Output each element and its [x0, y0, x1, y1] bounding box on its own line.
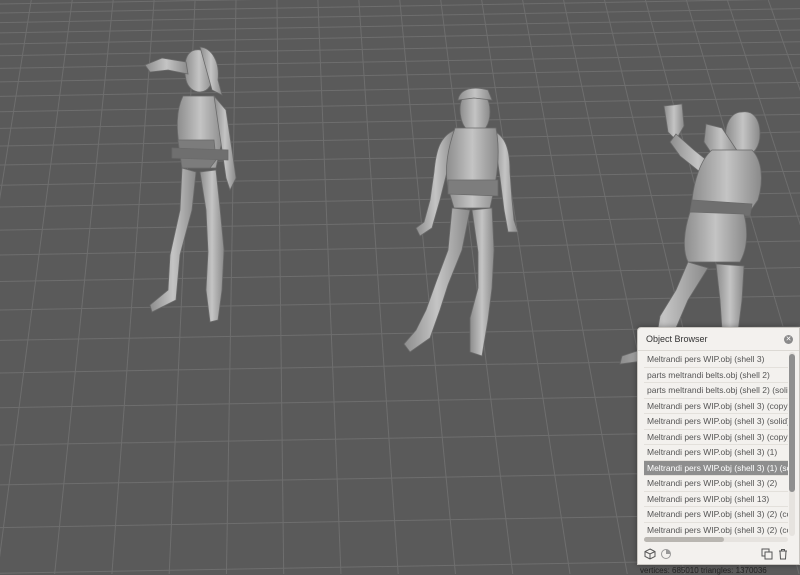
grid-line: [0, 0, 221, 574]
object-list-item[interactable]: Meltrandi pers WIP.obj (shell 3) (copy) …: [644, 430, 788, 445]
grid-line: [0, 41, 800, 57]
grid-line: [276, 0, 285, 574]
object-list-item[interactable]: Meltrandi pers WIP.obj (shell 13): [644, 492, 788, 507]
vertical-scrollbar-thumb[interactable]: [789, 354, 795, 492]
object-list-item[interactable]: Meltrandi pers WIP.obj (shell 3) (1): [644, 445, 788, 461]
duplicate-icon[interactable]: [761, 548, 773, 560]
figure-model-left[interactable]: [144, 46, 237, 323]
object-list-item[interactable]: parts meltrandi belts.obj (shell 2) (sol…: [644, 383, 788, 399]
object-list-item[interactable]: Meltrandi pers WIP.obj (shell 3) (solid): [644, 414, 788, 430]
object-list-item[interactable]: Meltrandi pers WIP.obj (shell 3) (1) (so…: [644, 460, 788, 476]
pie-icon[interactable]: [660, 548, 672, 560]
object-browser-title: Object Browser: [646, 334, 708, 344]
grid-line: [0, 81, 800, 97]
object-browser-header: Object Browser ✕: [638, 328, 799, 351]
object-browser-panel: Object Browser ✕ Meltrandi pers WIP.obj …: [637, 327, 800, 565]
grid-line: [0, 170, 800, 186]
grid-line: [0, 192, 800, 208]
figure-model-right[interactable]: [619, 103, 762, 365]
object-list-item[interactable]: parts meltrandi belts.obj (shell 2): [644, 368, 788, 383]
object-list-item[interactable]: Meltrandi pers WIP.obj (shell 3) (2) (co…: [644, 523, 788, 537]
grid-line: [0, 18, 800, 34]
grid-line: [0, 0, 219, 574]
grid-line: [0, 215, 800, 231]
grid-line: [0, 267, 800, 283]
grid-line: [0, 29, 800, 45]
grid-line: [317, 0, 342, 574]
object-list-item[interactable]: Meltrandi pers WIP.obj (shell 3) (2): [644, 476, 788, 492]
grid-line: [54, 0, 114, 574]
grid-line: [0, 0, 220, 574]
horizontal-scrollbar[interactable]: [644, 537, 788, 542]
grid-line: [0, 0, 218, 574]
vertical-scrollbar[interactable]: [789, 352, 795, 536]
object-list-item[interactable]: Meltrandi pers WIP.obj (shell 3) (2) (co…: [644, 507, 788, 523]
horizontal-scrollbar-thumb[interactable]: [644, 537, 724, 542]
grid-line: [0, 0, 216, 574]
grid-line: [225, 0, 237, 574]
grid-line: [0, 67, 800, 83]
grid-line: [0, 53, 800, 69]
object-list[interactable]: Meltrandi pers WIP.obj (shell 3) parts me…: [644, 352, 788, 536]
grid-line: [399, 0, 456, 574]
object-list-item[interactable]: Meltrandi pers WIP.obj (shell 3): [644, 352, 788, 368]
object-list-item[interactable]: Meltrandi pers WIP.obj (shell 3) (copy): [644, 399, 788, 414]
close-icon[interactable]: ✕: [784, 334, 793, 344]
cube-icon[interactable]: [644, 548, 656, 560]
object-browser-footer: [638, 544, 799, 564]
grid-line: [358, 0, 399, 574]
grid-line: [481, 0, 571, 574]
grid-line: [0, 240, 800, 256]
trash-icon[interactable]: [777, 548, 789, 560]
